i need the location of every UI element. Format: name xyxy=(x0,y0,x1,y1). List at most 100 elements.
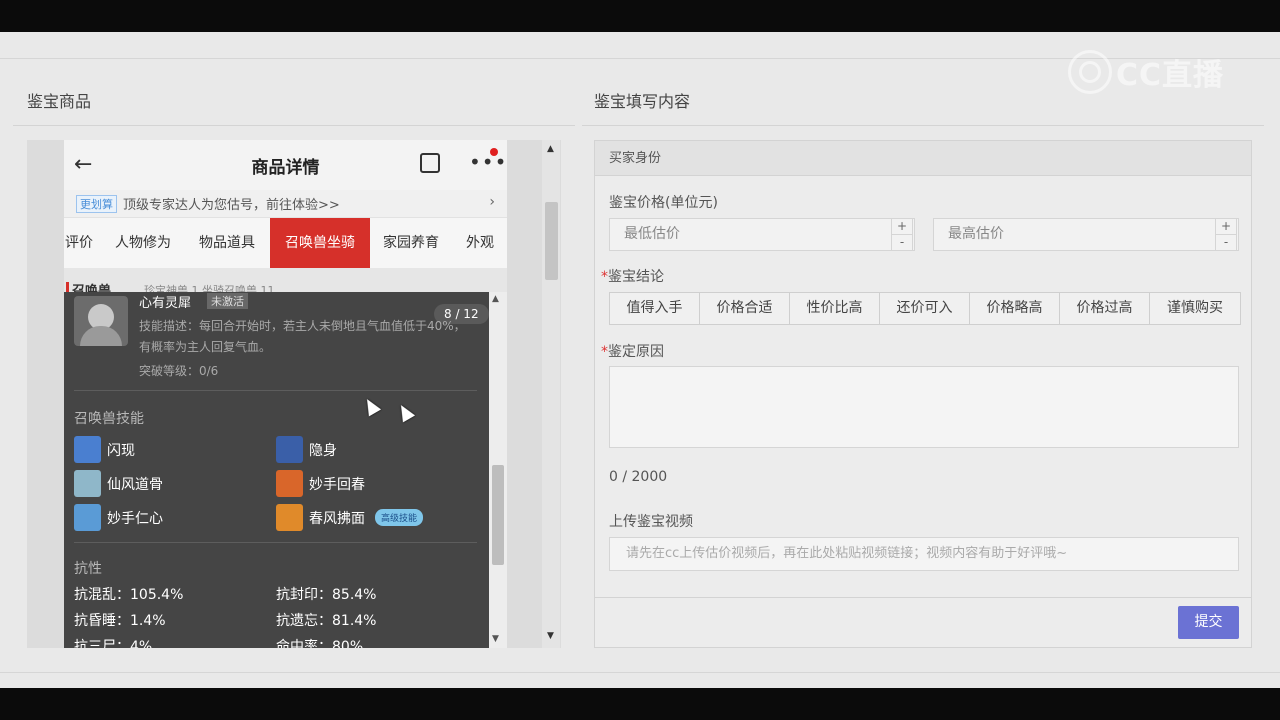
skill-label: 妙手仁心 xyxy=(107,510,163,527)
skill-item[interactable]: 春风拂面 高级技能 xyxy=(276,504,424,531)
video-label: 上传鉴宝视频 xyxy=(609,514,693,530)
resist-value: 抗遗忘：81.4% xyxy=(276,613,377,629)
watermark-text: CC直播 xyxy=(1116,58,1225,93)
conclusion-option[interactable]: 价格过高 xyxy=(1060,293,1150,324)
skill-item[interactable]: 仙风道骨 xyxy=(74,470,163,497)
conclusion-option[interactable]: 价格合适 xyxy=(700,293,790,324)
resist-value: 抗三尸：4% xyxy=(74,639,153,648)
skill-item[interactable]: 妙手回春 xyxy=(276,470,365,497)
skill-stealth-icon xyxy=(276,436,303,463)
notification-dot xyxy=(490,148,498,156)
conclusion-option[interactable]: 还价可入 xyxy=(880,293,970,324)
skill-item[interactable]: 妙手仁心 xyxy=(74,504,163,531)
video-letterbox-top xyxy=(0,0,1280,32)
tab-appearance[interactable]: 外观 xyxy=(460,218,500,268)
resist-value: 抗混乱：105.4% xyxy=(74,587,184,603)
promo-tag: 更划算 xyxy=(76,194,117,213)
resist-heading: 抗性 xyxy=(74,561,102,577)
skill-immortal-icon xyxy=(74,470,101,497)
skill-label: 春风拂面 xyxy=(309,510,365,527)
skill-label: 隐身 xyxy=(309,442,337,459)
left-title-divider xyxy=(13,125,575,126)
chevron-right-icon: › xyxy=(489,194,495,210)
skill-label: 仙风道骨 xyxy=(107,476,163,493)
decrement-button[interactable]: - xyxy=(892,234,912,249)
break-level: 突破等级：0/6 xyxy=(139,364,219,378)
reason-label: *鉴定原因 xyxy=(601,341,664,361)
reason-label-text: 鉴定原因 xyxy=(608,344,664,360)
min-price-input[interactable]: 最低估价 xyxy=(609,218,915,251)
cc-watermark: CC直播 xyxy=(1068,48,1240,96)
product-preview-panel: ← 商品详情 ••• 更划算 顶级专家达人为您估号，前往体验>> › 评价 人物… xyxy=(27,140,561,648)
tab-items[interactable]: 物品道具 xyxy=(192,218,262,268)
popup-divider xyxy=(74,390,477,391)
phone-header: ← 商品详情 ••• xyxy=(64,140,507,190)
skill-heal-icon xyxy=(276,470,303,497)
resist-value: 命中率：80% xyxy=(276,639,364,648)
decrement-button[interactable]: - xyxy=(1216,234,1236,249)
buyer-identity-header: 买家身份 xyxy=(595,141,1251,176)
price-label: 鉴宝价格(单位元) xyxy=(609,195,718,211)
share-icon[interactable] xyxy=(420,153,440,173)
form-footer-divider xyxy=(595,597,1251,598)
phone-tab-bar: 评价 人物修为 物品道具 召唤兽坐骑 家园养育 外观 xyxy=(64,218,507,268)
skill-detail-popup: 心有灵犀 未激活 8 / 12 技能描述：每回合开始时，若主人未倒地且气血值低于… xyxy=(64,292,489,648)
scroll-up-icon[interactable]: ▲ xyxy=(547,144,554,154)
page-bottom-divider xyxy=(0,672,1280,673)
conclusion-options: 值得入手 价格合适 性价比高 还价可入 价格略高 价格过高 谨慎购买 xyxy=(609,292,1241,325)
resist-value: 抗封印：85.4% xyxy=(276,587,377,603)
tab-pets-mounts[interactable]: 召唤兽坐骑 xyxy=(270,218,370,268)
required-marker: * xyxy=(601,269,608,285)
cc-logo-icon xyxy=(1068,50,1112,94)
popup-scrollbar-thumb[interactable] xyxy=(492,465,504,565)
skills-heading: 召唤兽技能 xyxy=(74,411,144,427)
max-price-stepper[interactable]: + - xyxy=(1215,218,1237,251)
advanced-skill-badge: 高级技能 xyxy=(375,509,424,526)
skill-name: 心有灵犀 xyxy=(139,296,192,311)
max-price-input[interactable]: 最高估价 xyxy=(933,218,1239,251)
conclusion-option[interactable]: 价格略高 xyxy=(970,293,1060,324)
character-counter: 0 / 2000 xyxy=(609,469,668,485)
promo-banner[interactable]: 更划算 顶级专家达人为您估号，前往体验>> › xyxy=(64,190,507,218)
submit-button[interactable]: 提交 xyxy=(1178,606,1239,639)
tab-homestead[interactable]: 家园养育 xyxy=(376,218,446,268)
skill-flash-icon xyxy=(74,436,101,463)
scroll-down-icon[interactable]: ▼ xyxy=(547,631,554,641)
skill-spring-breeze-icon xyxy=(276,504,303,531)
skill-item[interactable]: 闪现 xyxy=(74,436,135,463)
skill-label: 妙手回春 xyxy=(309,476,365,493)
right-title-divider xyxy=(582,125,1264,126)
popup-divider xyxy=(74,542,477,543)
increment-button[interactable]: + xyxy=(892,219,912,234)
skill-benevolence-icon xyxy=(74,504,101,531)
phone-screenshot: ← 商品详情 ••• 更划算 顶级专家达人为您估号，前往体验>> › 评价 人物… xyxy=(64,140,507,648)
conclusion-option[interactable]: 值得入手 xyxy=(610,293,700,324)
skill-label: 闪现 xyxy=(107,442,135,459)
right-panel-title: 鉴宝填写内容 xyxy=(594,92,691,111)
conclusion-label-text: 鉴宝结论 xyxy=(608,269,664,285)
tab-character[interactable]: 人物修为 xyxy=(108,218,178,268)
preview-scrollbar-thumb[interactable] xyxy=(545,202,558,280)
appraisal-form: 买家身份 鉴宝价格(单位元) 最低估价 + - 最高估价 + - *鉴宝结论 值… xyxy=(594,140,1252,648)
phone-page-title: 商品详情 xyxy=(251,157,320,178)
left-panel-title: 鉴宝商品 xyxy=(27,92,92,111)
scroll-down-icon[interactable]: ▼ xyxy=(492,634,499,644)
conclusion-option[interactable]: 性价比高 xyxy=(790,293,880,324)
video-link-input[interactable]: 请先在cc上传估价视频后，再在此处粘贴视频链接；视频内容有助于好评哦~ xyxy=(609,537,1239,571)
min-price-stepper[interactable]: + - xyxy=(891,218,913,251)
reason-textarea[interactable] xyxy=(609,366,1239,448)
skill-description: 技能描述：每回合开始时，若主人未倒地且气血值低于40%，有概率为主人回复气血。 xyxy=(139,319,466,354)
conclusion-label: *鉴宝结论 xyxy=(601,266,664,286)
increment-button[interactable]: + xyxy=(1216,219,1236,234)
more-icon[interactable]: ••• xyxy=(469,150,507,174)
skill-status-badge: 未激活 xyxy=(207,293,248,309)
skill-item[interactable]: 隐身 xyxy=(276,436,337,463)
scroll-up-icon[interactable]: ▲ xyxy=(492,294,499,304)
video-letterbox-bottom xyxy=(0,688,1280,720)
tab-review[interactable]: 评价 xyxy=(64,218,94,268)
resist-value: 抗昏睡：1.4% xyxy=(74,613,166,629)
conclusion-option[interactable]: 谨慎购买 xyxy=(1150,293,1240,324)
pet-avatar xyxy=(74,296,128,346)
required-marker: * xyxy=(601,344,608,360)
promo-text: 顶级专家达人为您估号，前往体验>> xyxy=(123,198,340,213)
